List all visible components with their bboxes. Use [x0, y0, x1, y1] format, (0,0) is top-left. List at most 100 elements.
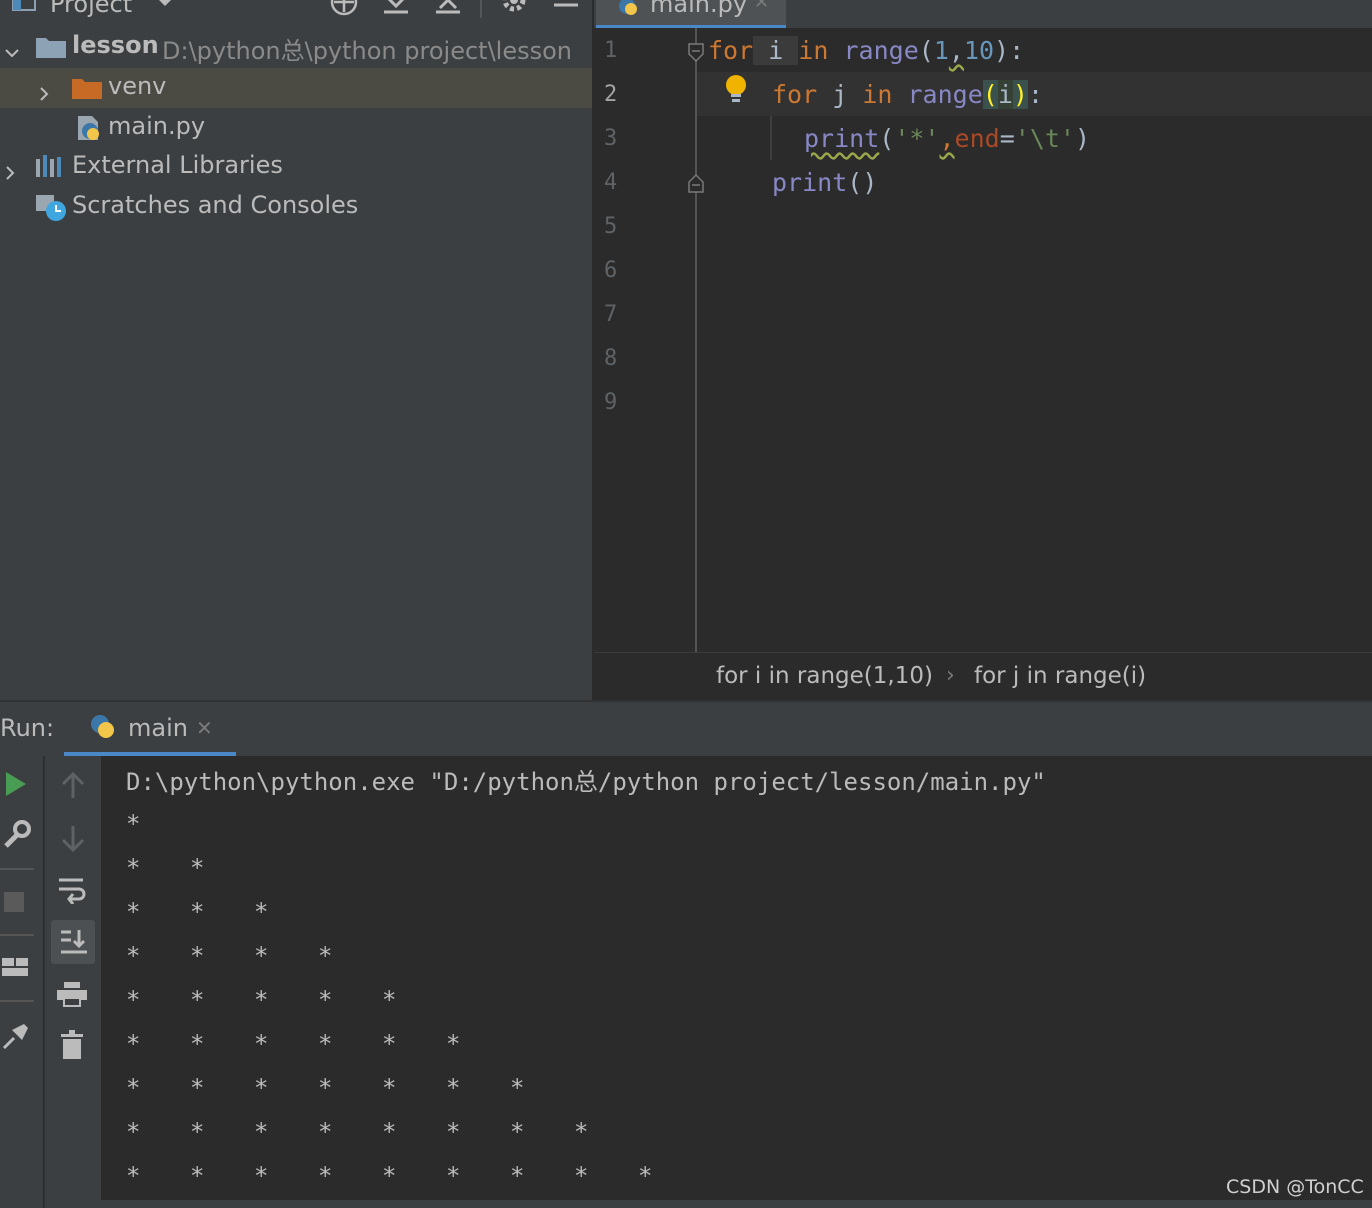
output-star: *: [126, 942, 141, 970]
tree-item-label: main.py: [108, 112, 206, 140]
code-line-1[interactable]: for i in range(1,10):: [708, 36, 1024, 65]
soft-wrap-icon[interactable]: [57, 876, 87, 908]
arrow-up-icon[interactable]: [61, 771, 85, 804]
line-number: 1: [604, 38, 618, 63]
wrench-icon[interactable]: [2, 820, 32, 854]
code-token: '\t': [1014, 124, 1075, 153]
tree-item-lesson[interactable]: lesson D:\python总\python project\lesson: [0, 27, 592, 67]
tree-item-main-py[interactable]: main.py: [0, 108, 592, 148]
stop-icon[interactable]: [4, 892, 26, 918]
tree-item-label: venv: [108, 72, 167, 100]
layout-icon[interactable]: [2, 956, 30, 984]
chevron-right-icon[interactable]: [2, 159, 18, 180]
breadcrumb-item[interactable]: for i in range(1,10): [716, 663, 933, 689]
line-number: 9: [604, 390, 618, 415]
output-star: *: [254, 1030, 269, 1058]
code-line-3[interactable]: print('*',end='\t'): [804, 124, 1090, 153]
tree-item-scratches[interactable]: Scratches and Consoles: [0, 187, 592, 227]
chevron-down-icon[interactable]: [156, 0, 174, 15]
run-tab-main[interactable]: main ✕: [64, 702, 236, 756]
output-star: *: [574, 1118, 589, 1146]
code-editor[interactable]: [594, 28, 1372, 652]
line-number: 4: [604, 170, 618, 195]
watermark: CSDN @TonCC: [1226, 1176, 1364, 1198]
output-star: *: [254, 986, 269, 1014]
horizontal-scrollbar[interactable]: [96, 1200, 1372, 1208]
locate-icon[interactable]: [328, 0, 360, 20]
output-star: *: [190, 1030, 205, 1058]
breadcrumb-item[interactable]: for j in range(i): [974, 663, 1146, 689]
library-icon: [36, 155, 66, 185]
output-star: *: [254, 1118, 269, 1146]
output-star: *: [446, 1118, 461, 1146]
pin-icon[interactable]: [2, 1020, 32, 1054]
code-token: 1: [933, 36, 949, 65]
output-star: *: [254, 1162, 269, 1190]
scroll-to-end-icon: [59, 928, 89, 960]
output-star: *: [318, 942, 333, 970]
lightbulb-icon[interactable]: [724, 74, 748, 108]
code-token: range: [907, 80, 983, 109]
chevron-down-icon[interactable]: [4, 39, 20, 58]
code-line-2[interactable]: for j in range(i):: [772, 80, 1043, 109]
collapse-all-icon[interactable]: [434, 0, 462, 22]
output-star: *: [318, 986, 333, 1014]
code-token: :: [1027, 80, 1043, 109]
project-title[interactable]: Project: [50, 0, 132, 18]
close-icon[interactable]: ✕: [754, 0, 769, 13]
code-token: i: [997, 80, 1013, 109]
run-toolbar-secondary: [44, 756, 101, 1208]
line-number: 2: [604, 82, 618, 107]
output-star: *: [126, 986, 141, 1014]
output-star: *: [254, 942, 269, 970]
output-star: *: [574, 1162, 589, 1190]
tree-item-external-libraries[interactable]: External Libraries: [0, 147, 592, 187]
breadcrumb: for i in range(1,10) › for j in range(i): [594, 652, 1372, 703]
scratches-icon: [36, 193, 68, 229]
line-number: 5: [604, 214, 618, 239]
output-star: *: [126, 1030, 141, 1058]
run-icon[interactable]: [4, 770, 28, 802]
code-token: ,: [948, 36, 964, 65]
output-star: *: [382, 1074, 397, 1102]
scroll-to-end-button[interactable]: [51, 920, 95, 964]
fold-end-marker-icon[interactable]: [687, 172, 705, 198]
code-token: (): [847, 168, 878, 197]
editor-tab-bar: main.py ✕: [594, 0, 1372, 29]
print-icon[interactable]: [57, 980, 87, 1012]
python-file-icon: [616, 0, 642, 22]
code-token: (: [879, 124, 895, 153]
output-star: *: [126, 898, 141, 926]
arrow-down-icon[interactable]: [61, 824, 85, 856]
run-header: Run: main ✕: [0, 702, 1372, 756]
chevron-right-icon[interactable]: [36, 80, 52, 101]
output-star: *: [190, 898, 205, 926]
code-token: (: [982, 80, 998, 109]
output-star: *: [126, 854, 141, 882]
code-token: in: [862, 80, 893, 109]
expand-all-icon[interactable]: [382, 0, 410, 22]
minimize-icon[interactable]: [554, 0, 580, 15]
close-icon[interactable]: ✕: [196, 716, 213, 740]
tree-item-venv[interactable]: venv: [0, 68, 592, 108]
toolbar-divider: [480, 0, 482, 18]
code-token: ): [1074, 124, 1091, 153]
output-star: *: [190, 854, 205, 882]
line-number: 7: [604, 302, 618, 327]
output-star: *: [126, 1074, 141, 1102]
gear-icon[interactable]: [500, 0, 528, 20]
code-line-4[interactable]: print(): [772, 168, 877, 197]
trash-icon[interactable]: [61, 1030, 85, 1064]
output-star: *: [190, 1118, 205, 1146]
fold-marker-icon[interactable]: [687, 42, 705, 68]
output-star: *: [254, 1074, 269, 1102]
line-number: 8: [604, 346, 618, 371]
console-output[interactable]: [101, 756, 1372, 1208]
code-token: ,: [939, 124, 955, 153]
code-token: ):: [994, 36, 1025, 65]
editor-tab-main-py[interactable]: main.py ✕: [596, 0, 786, 28]
tree-item-path: D:\python总\python project\lesson: [162, 37, 572, 65]
project-toolbar: Project: [0, 0, 592, 26]
toolbar-divider: [0, 934, 34, 936]
